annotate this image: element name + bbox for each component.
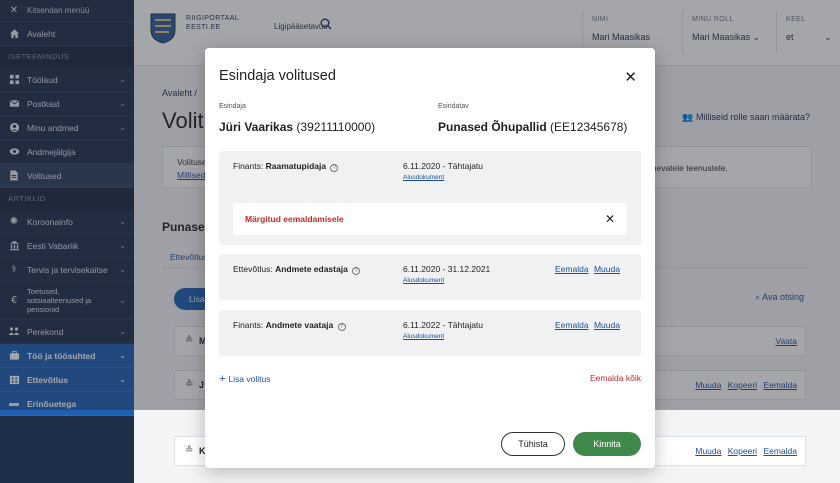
mandate-role: Finants: Raamatupidaja ? [233, 161, 339, 172]
close-icon[interactable]: ✕ [624, 68, 637, 86]
mandate-role: Finants: Andmete vaataja ? [233, 320, 346, 331]
cancel-button[interactable]: Tühista [501, 432, 565, 456]
confirm-button[interactable]: Kinnita [573, 432, 641, 456]
base-document-link[interactable]: Alusdokument [403, 174, 444, 181]
undo-removal-close-icon[interactable]: ✕ [605, 212, 615, 226]
person-icon: ≗ [185, 445, 194, 456]
mandate-card: Finants: Andmete vaataja ? 6.11.2022 - T… [219, 310, 641, 356]
help-icon[interactable]: ? [330, 164, 339, 172]
remove-mandate-link[interactable]: Eemalda [555, 320, 589, 330]
help-icon[interactable]: ? [352, 267, 361, 275]
mandate-dates: 6.11.2020 - 31.12.2021 [403, 264, 491, 274]
mandate-dates: 6.11.2020 - Tähtajatu [403, 161, 484, 171]
representative-name: Jüri Vaarikas (39211110000) [219, 120, 376, 134]
plus-icon: + [219, 373, 226, 385]
mandate-card: Finants: Raamatupidaja ? 6.11.2020 - Täh… [219, 151, 641, 245]
marked-for-removal-notice: Märgitud eemaldamisele ✕ [233, 203, 627, 235]
represented-label: Esindatav [438, 103, 469, 110]
edit-link[interactable]: Muuda [695, 446, 721, 456]
mandate-dates: 6.11.2022 - Tähtajatu [403, 320, 484, 330]
add-mandate-link[interactable]: + Lisa volitus [219, 373, 271, 385]
remove-mandate-link[interactable]: Eemalda [555, 264, 589, 274]
mandate-card: Ettevõtlus: Andmete edastaja ? 6.11.2020… [219, 254, 641, 300]
edit-mandate-link[interactable]: Muuda [594, 320, 620, 330]
remove-link[interactable]: Eemalda [763, 446, 797, 456]
help-icon[interactable]: ? [337, 323, 346, 331]
mandate-role: Ettevõtlus: Andmete edastaja ? [233, 264, 361, 275]
edit-mandate-link[interactable]: Muuda [594, 264, 620, 274]
represented-name: Punased Õhupallid (EE12345678) [438, 120, 628, 134]
representative-label: Esindaja [219, 103, 246, 110]
mandates-dialog: Esindaja volitused ✕ Esindaja Jüri Vaari… [205, 48, 655, 468]
base-document-link[interactable]: Alusdokument [403, 333, 444, 340]
remove-all-link[interactable]: Eemalda kõik [590, 373, 641, 383]
dialog-title: Esindaja volitused [219, 68, 336, 84]
copy-link[interactable]: Kopeeri [728, 446, 757, 456]
base-document-link[interactable]: Alusdokument [403, 277, 444, 284]
